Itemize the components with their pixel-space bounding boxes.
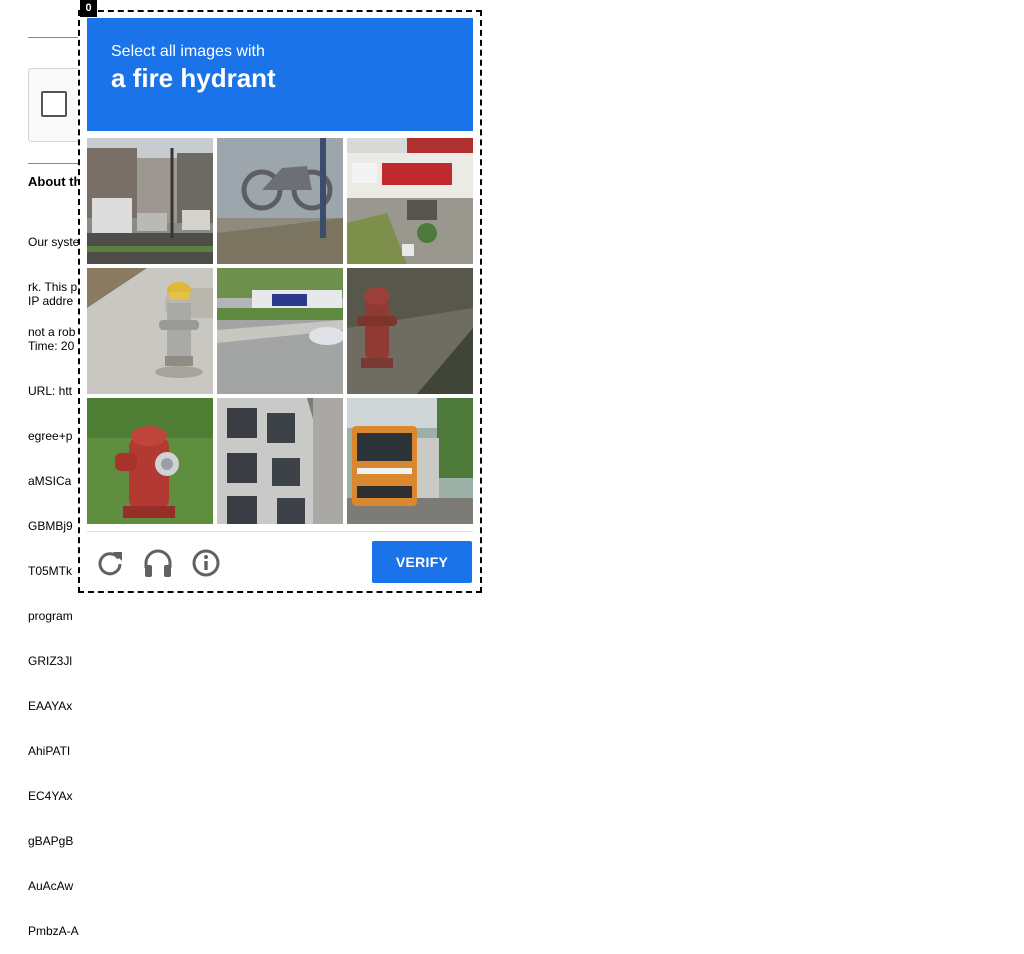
info-line: AuAcAw (28, 879, 74, 893)
headphones-icon (144, 549, 172, 577)
audio-challenge-button[interactable] (141, 546, 175, 580)
tile-building[interactable] (217, 398, 343, 524)
info-line: gBAPgB (28, 834, 74, 848)
tile-motorcycle-mural[interactable] (217, 138, 343, 264)
image-grid (87, 138, 473, 524)
tile-bus-front[interactable] (347, 398, 473, 524)
info-line: T05MTk (28, 564, 73, 578)
challenge-target: a fire hydrant (111, 63, 276, 93)
tile-hydrant-yellow-cap[interactable] (87, 268, 213, 394)
verify-button[interactable]: VERIFY (372, 541, 472, 583)
tile-hydrant-red-grass[interactable] (87, 398, 213, 524)
hydrant-red-dirt-image (347, 268, 473, 394)
info-line: egree+p (28, 429, 73, 443)
info-line: GBMBj9 (28, 519, 73, 533)
hydrant-yellow-cap-image (87, 268, 213, 394)
bus-front-image (347, 398, 473, 524)
motorcycle-mural-image (217, 138, 343, 264)
info-line: IP addre (28, 294, 74, 308)
tile-street-cars[interactable] (87, 138, 213, 264)
request-info-text: IP addre Time: 20 URL: htt egree+p aMSIC… (28, 264, 79, 954)
tile-hydrant-red-dirt[interactable] (347, 268, 473, 394)
frame-index-badge: 0 (80, 0, 97, 17)
storefront-image (347, 138, 473, 264)
help-button[interactable] (189, 546, 223, 580)
about-line: Our syste (28, 235, 80, 249)
info-icon (192, 549, 220, 577)
info-line: EAAYAx (28, 699, 73, 713)
challenge-instruction: Select all images with (111, 43, 265, 60)
about-title: About th (28, 174, 82, 189)
tile-storefront[interactable] (347, 138, 473, 264)
building-image (217, 398, 343, 524)
info-line: program (28, 609, 73, 623)
street-cars-image (87, 138, 213, 264)
info-line: EC4YAx (28, 789, 73, 803)
info-line: GRIZ3Jl (28, 654, 73, 668)
road-bus-image (217, 268, 343, 394)
info-line: AhiPATI (28, 744, 71, 758)
reload-icon (98, 552, 122, 576)
challenge-header: Select all images with a fire hydrant (87, 18, 473, 131)
info-line: aMSICa (28, 474, 72, 488)
hydrant-red-grass-image (87, 398, 213, 524)
info-line: URL: htt (28, 384, 73, 398)
footer-divider (87, 531, 473, 532)
info-line: PmbzA-A (28, 924, 79, 938)
reload-button[interactable] (93, 546, 127, 580)
tile-road-bus[interactable] (217, 268, 343, 394)
recaptcha-checkbox[interactable] (41, 91, 67, 117)
info-line: Time: 20 (28, 339, 75, 353)
